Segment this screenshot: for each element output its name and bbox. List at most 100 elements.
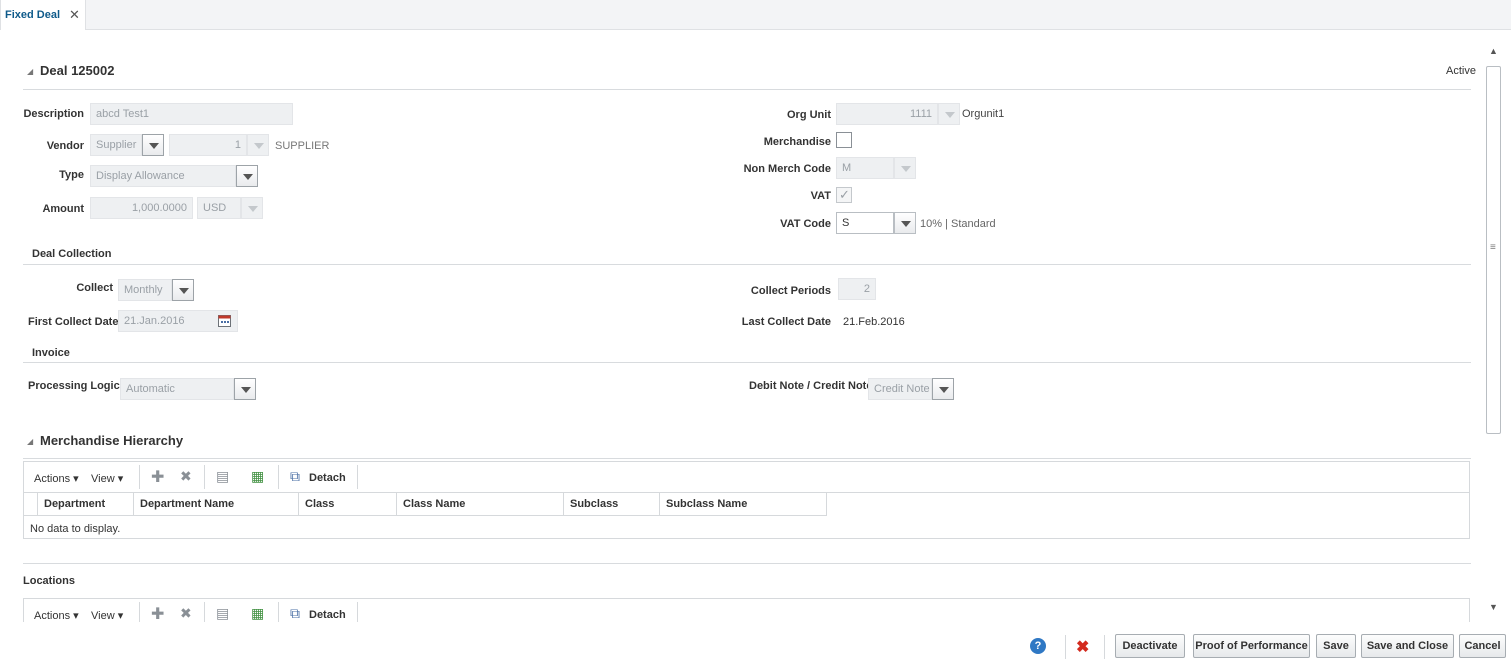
vendor-name: SUPPLIER <box>275 140 330 152</box>
close-icon[interactable]: ✕ <box>69 7 80 23</box>
merchandise-label: Merchandise <box>763 136 831 148</box>
currency-dropdown-button[interactable] <box>241 197 263 219</box>
processing-logic-dropdown-button[interactable] <box>234 378 256 400</box>
locations-table: Actions ▾ View ▾ ✚ ✖ ▤ ▦ ⧉ Detach <box>23 598 1470 622</box>
org-unit-field[interactable]: 1111 <box>836 103 938 125</box>
toolbar-separator <box>357 602 358 622</box>
tab-strip <box>0 0 1511 30</box>
detach-icon[interactable]: ⧉ <box>290 468 300 485</box>
debit-credit-note-dropdown-button[interactable] <box>932 378 954 400</box>
collect-periods-label: Collect Periods <box>750 285 831 297</box>
amount-label: Amount <box>42 203 84 215</box>
deactivate-button[interactable]: Deactivate <box>1115 634 1185 658</box>
collapse-triangle-icon[interactable]: ◢ <box>27 67 33 76</box>
last-collect-date-value: 21.Feb.2016 <box>843 316 905 328</box>
divider <box>23 89 1471 90</box>
save-and-close-button[interactable]: Save and Close <box>1361 634 1454 658</box>
divider <box>23 458 1471 459</box>
export-icon[interactable]: ▤ <box>216 468 229 485</box>
vendor-type-dropdown-button[interactable] <box>142 134 164 156</box>
calendar-icon[interactable] <box>218 315 231 327</box>
vat-label: VAT <box>810 190 831 202</box>
footer-separator <box>1065 635 1066 659</box>
non-merch-code-dropdown-button[interactable] <box>894 157 916 179</box>
row-header-column <box>24 493 38 516</box>
last-collect-date-label: Last Collect Date <box>741 316 831 328</box>
actions-menu[interactable]: Actions ▾ <box>34 609 79 622</box>
column-department-name[interactable]: Department Name <box>134 493 299 516</box>
vat-code-dropdown-button[interactable] <box>894 212 916 234</box>
org-unit-name: Orgunit1 <box>962 108 1005 120</box>
collect-periods-field[interactable]: 2 <box>838 278 876 300</box>
vat-checkbox[interactable]: ✓ <box>836 187 852 203</box>
vat-code-label: VAT Code <box>780 218 831 230</box>
scroll-down-arrow-icon[interactable]: ▼ <box>1489 602 1498 612</box>
table-toolbar: Actions ▾ View ▾ ✚ ✖ ▤ ▦ ⧉ Detach <box>24 462 1469 493</box>
delete-x-icon[interactable]: ✖ <box>1076 637 1089 657</box>
first-collect-date-label: First Collect Date <box>28 316 119 328</box>
proof-of-performance-button[interactable]: Proof of Performance <box>1193 634 1310 658</box>
actions-menu[interactable]: Actions ▾ <box>34 472 79 485</box>
column-class-name[interactable]: Class Name <box>397 493 564 516</box>
view-menu[interactable]: View ▾ <box>91 472 123 485</box>
processing-logic-field[interactable]: Automatic <box>120 378 234 400</box>
add-icon[interactable]: ✚ <box>151 604 164 622</box>
collect-label: Collect <box>76 282 113 294</box>
vendor-number-dropdown-button[interactable] <box>247 134 269 156</box>
debit-credit-note-label: Debit Note / Credit Note <box>749 380 873 392</box>
column-class[interactable]: Class <box>299 493 397 516</box>
save-button[interactable]: Save <box>1316 634 1356 658</box>
description-label: Description <box>23 108 84 120</box>
detach-button[interactable]: Detach <box>309 609 346 621</box>
detach-icon[interactable]: ⧉ <box>290 605 300 622</box>
collect-field[interactable]: Monthly <box>118 279 172 301</box>
type-dropdown-button[interactable] <box>236 165 258 187</box>
scroll-up-arrow-icon[interactable]: ▲ <box>1489 46 1498 56</box>
add-icon[interactable]: ✚ <box>151 467 164 487</box>
detach-button[interactable]: Detach <box>309 472 346 484</box>
vendor-type-field[interactable]: Supplier <box>90 134 142 156</box>
toolbar-separator <box>204 465 205 489</box>
footer-separator <box>1104 635 1105 659</box>
column-subclass-name[interactable]: Subclass Name <box>660 493 827 516</box>
non-merch-code-field[interactable]: M <box>836 157 894 179</box>
delete-icon[interactable]: ✖ <box>180 468 192 485</box>
column-department[interactable]: Department <box>38 493 134 516</box>
merchandise-hierarchy-table: Actions ▾ View ▾ ✚ ✖ ▤ ▦ ⧉ Detach Depart… <box>23 461 1470 539</box>
org-unit-dropdown-button[interactable] <box>938 103 960 125</box>
currency-field[interactable]: USD <box>197 197 241 219</box>
edit-icon[interactable]: ▦ <box>251 468 264 485</box>
table-toolbar: Actions ▾ View ▾ ✚ ✖ ▤ ▦ ⧉ Detach <box>24 599 1469 622</box>
empty-table-message: No data to display. <box>30 523 121 535</box>
divider <box>23 264 1471 265</box>
toolbar-separator <box>278 602 279 622</box>
vat-code-field[interactable]: S <box>836 212 894 234</box>
debit-credit-note-field[interactable]: Credit Note <box>868 378 932 400</box>
vendor-number-field[interactable]: 1 <box>169 134 247 156</box>
edit-icon[interactable]: ▦ <box>251 605 264 622</box>
org-unit-label: Org Unit <box>787 109 831 121</box>
column-subclass[interactable]: Subclass <box>564 493 660 516</box>
toolbar-separator <box>278 465 279 489</box>
vat-rate-text: 10% | Standard <box>920 218 996 230</box>
delete-icon[interactable]: ✖ <box>180 605 192 622</box>
toolbar-separator <box>204 602 205 622</box>
divider <box>23 563 1471 564</box>
toolbar-separator <box>139 465 140 489</box>
cancel-button[interactable]: Cancel <box>1459 634 1506 658</box>
collapse-triangle-icon[interactable]: ◢ <box>27 437 33 446</box>
locations-title: Locations <box>23 575 75 587</box>
merchandise-checkbox[interactable] <box>836 132 852 148</box>
invoice-title: Invoice <box>32 347 70 359</box>
processing-logic-label: Processing Logic <box>28 380 120 392</box>
export-icon[interactable]: ▤ <box>216 605 229 622</box>
amount-field[interactable]: 1,000.0000 <box>90 197 193 219</box>
collect-dropdown-button[interactable] <box>172 279 194 301</box>
view-menu[interactable]: View ▾ <box>91 609 123 622</box>
type-field[interactable]: Display Allowance <box>90 165 236 187</box>
help-icon[interactable]: ? <box>1030 638 1046 654</box>
deal-title: Deal 125002 <box>40 63 115 78</box>
tab-fixed-deal[interactable]: Fixed Deal ✕ <box>0 0 86 30</box>
description-field[interactable]: abcd Test1 <box>90 103 293 125</box>
scrollbar-thumb[interactable]: ≡ <box>1486 66 1501 434</box>
